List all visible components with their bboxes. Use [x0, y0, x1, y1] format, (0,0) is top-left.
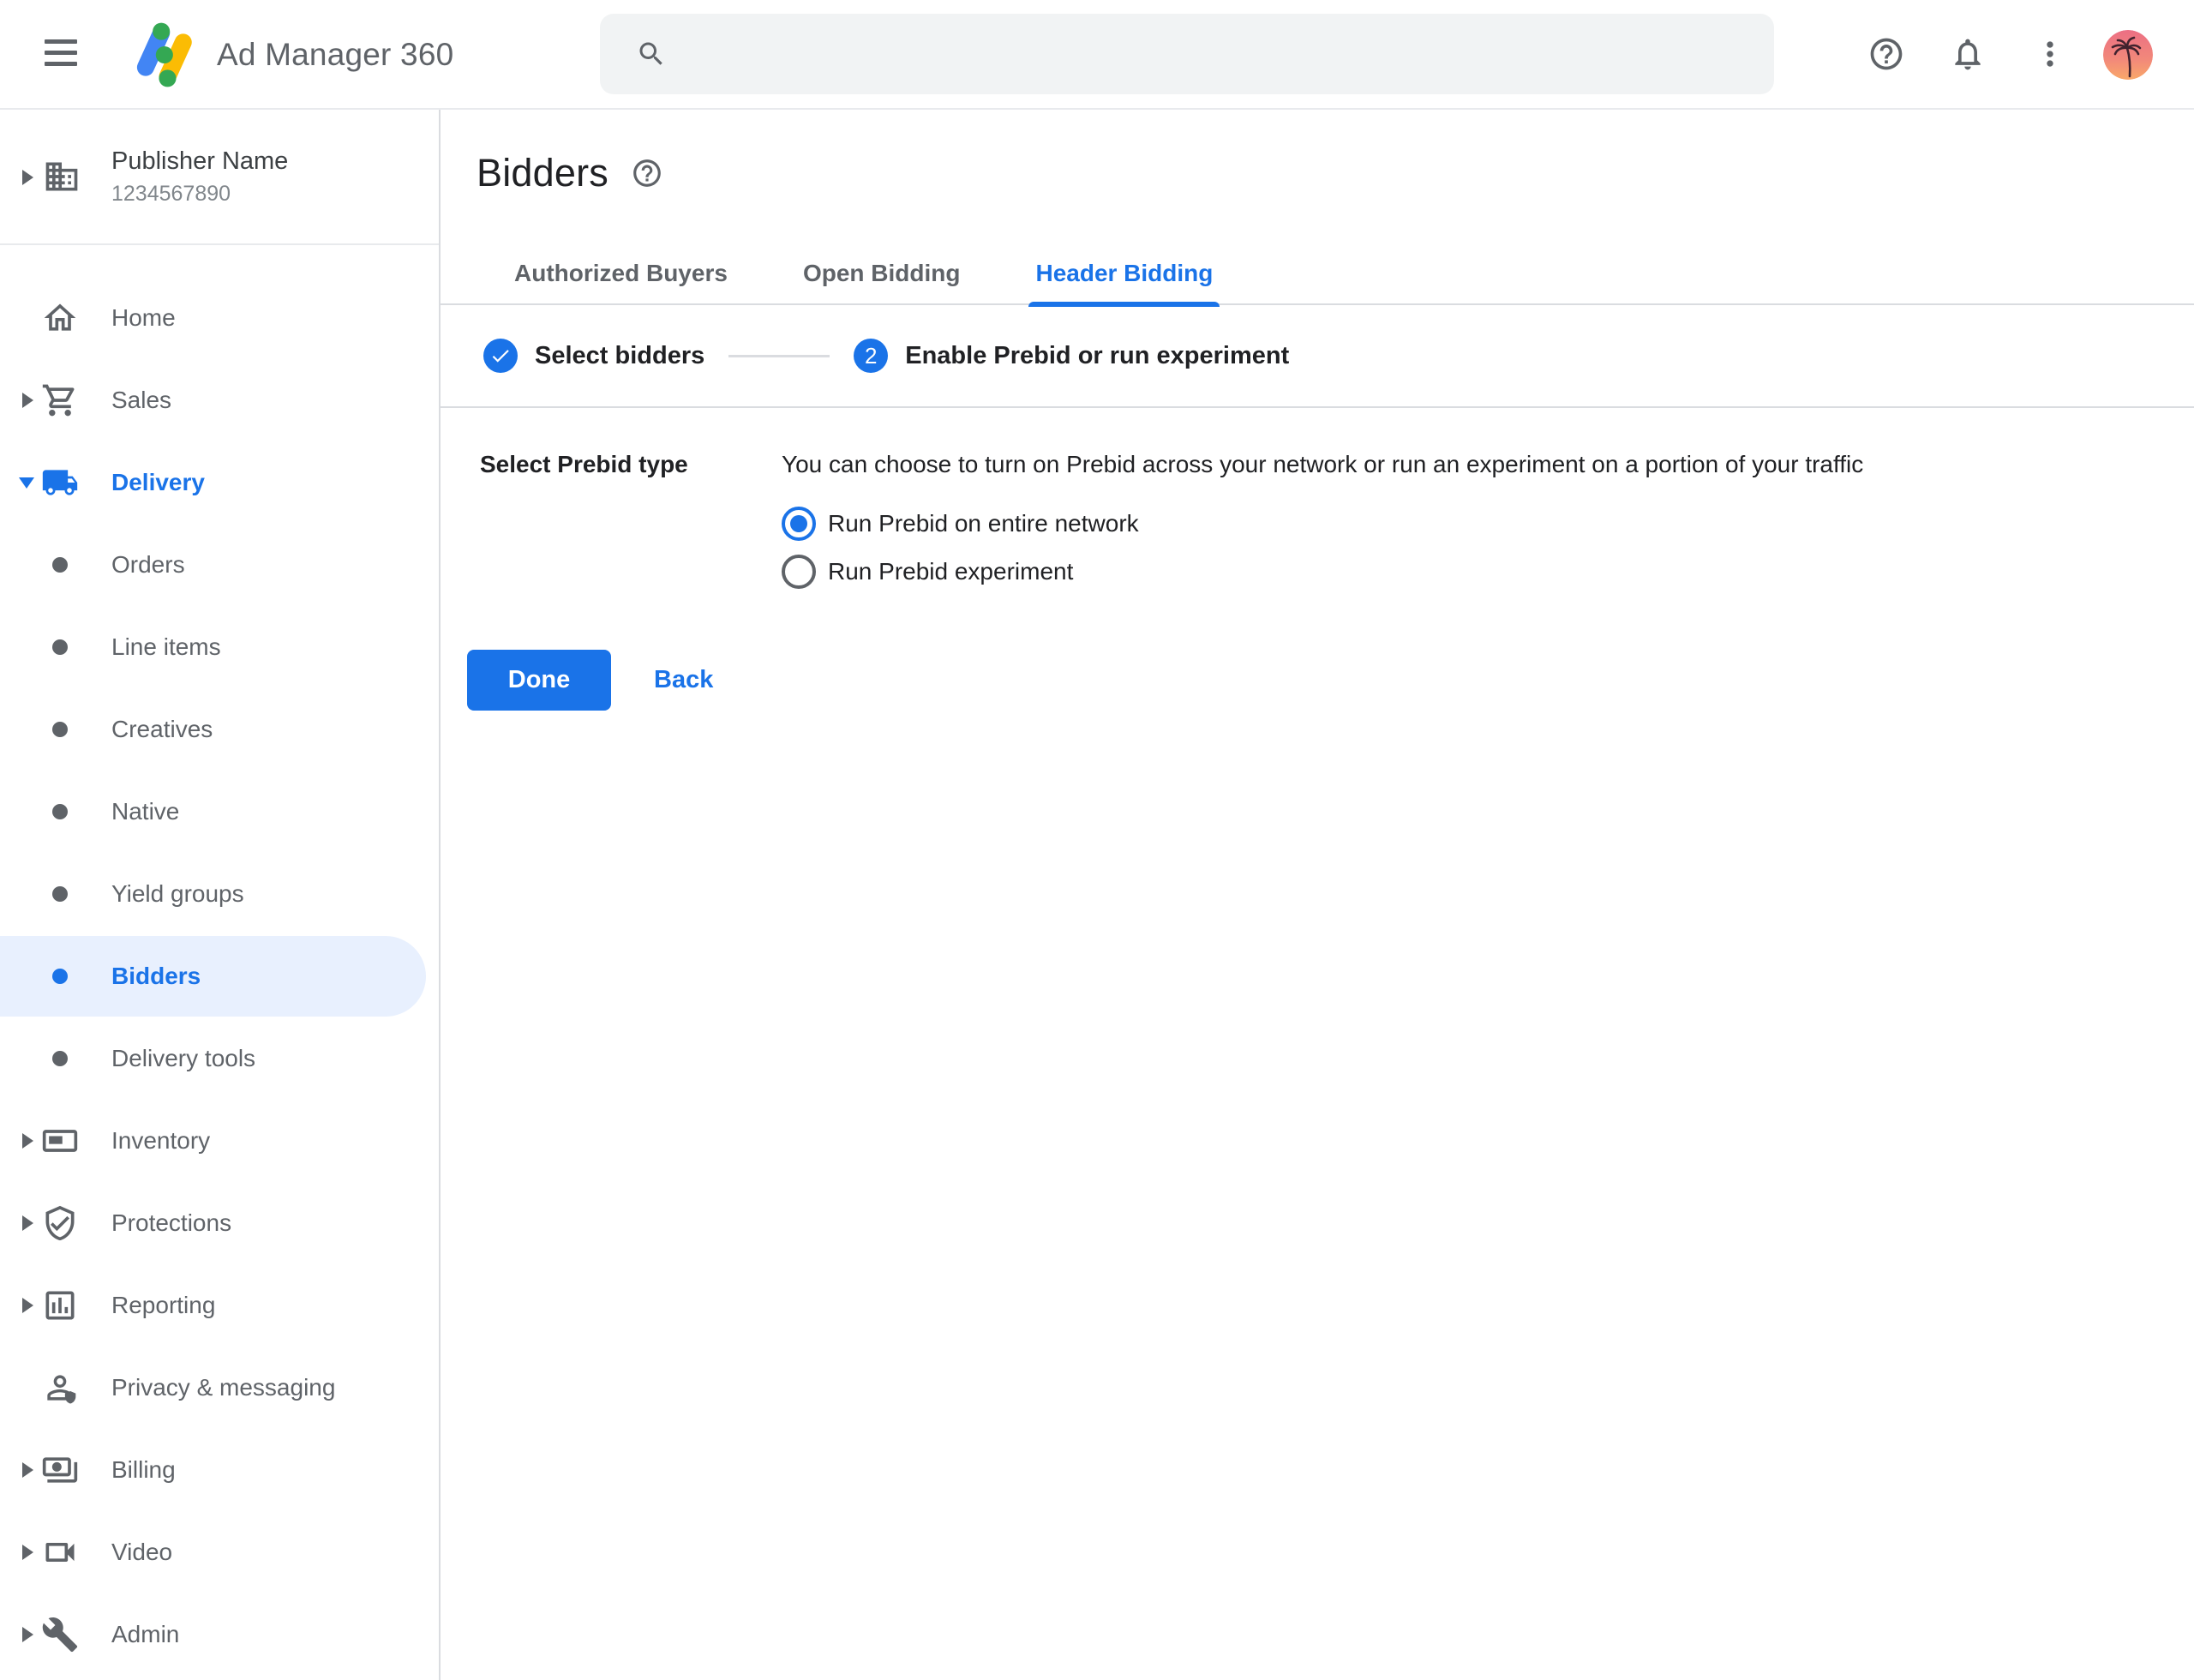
avatar[interactable]	[2103, 30, 2153, 80]
expand-arrow-icon	[22, 1545, 33, 1560]
expand-arrow-icon	[22, 1215, 33, 1231]
ad-manager-app: Ad Manager 360	[0, 0, 2194, 1680]
search-icon	[636, 39, 667, 69]
publisher-switcher[interactable]: Publisher Name 1234567890	[0, 110, 439, 245]
shield-check-icon	[41, 1204, 79, 1242]
menu-icon[interactable]	[45, 39, 79, 70]
expand-arrow-icon	[22, 1462, 33, 1478]
wrench-icon	[41, 1616, 79, 1653]
bullet-icon	[52, 639, 68, 655]
back-button[interactable]: Back	[649, 650, 718, 711]
banknote-icon	[41, 1451, 79, 1489]
three-dots-icon	[2031, 35, 2069, 73]
expand-arrow-icon	[22, 1627, 33, 1642]
page-help-button[interactable]	[631, 157, 663, 189]
page-header: Bidders	[477, 151, 663, 195]
stepper-divider	[441, 406, 2194, 408]
step2-label: Enable Prebid or run experiment	[905, 342, 1289, 370]
sidebar-item-billing[interactable]: Billing	[0, 1429, 439, 1511]
building-icon	[43, 158, 81, 195]
collapse-arrow-icon	[19, 477, 34, 489]
cart-icon	[41, 381, 79, 419]
bullet-icon	[52, 557, 68, 573]
expand-arrow-icon	[22, 170, 33, 185]
step2-number-badge: 2	[854, 339, 888, 373]
step1-check-icon	[483, 339, 518, 373]
sidebar-item-orders[interactable]: Orders	[0, 524, 439, 606]
bar-chart-icon	[41, 1287, 79, 1324]
palm-tree-avatar-image	[2103, 30, 2153, 80]
help-icon	[1867, 35, 1905, 73]
ad-manager-logo-icon[interactable]	[125, 19, 201, 91]
main-content: Bidders Authorized Buyers Open Bidding H…	[441, 110, 2194, 1680]
sidebar-item-creatives[interactable]: Creatives	[0, 688, 439, 771]
home-icon	[41, 299, 79, 337]
top-app-bar: Ad Manager 360	[0, 0, 2194, 110]
sidebar-item-bidders[interactable]: Bidders	[0, 935, 439, 1017]
bullet-icon	[52, 722, 68, 737]
radio-run-prebid-experiment[interactable]: Run Prebid experiment	[782, 554, 1073, 590]
page-title: Bidders	[477, 151, 608, 195]
sidebar-item-privacy-messaging[interactable]: Privacy & messaging	[0, 1347, 439, 1429]
sidebar-nav: Home Sales Delivery Orders Line items	[0, 245, 439, 1676]
publisher-id: 1234567890	[111, 182, 231, 207]
bell-icon	[1949, 35, 1987, 73]
app-title: Ad Manager 360	[217, 0, 453, 110]
sidebar-item-admin[interactable]: Admin	[0, 1593, 439, 1676]
help-icon	[631, 157, 663, 189]
stepper: Select bidders 2 Enable Prebid or run ex…	[483, 305, 1289, 406]
sidebar-item-delivery[interactable]: Delivery	[0, 441, 439, 524]
video-camera-icon	[41, 1533, 79, 1571]
sidebar-item-line-items[interactable]: Line items	[0, 606, 439, 688]
sidebar-item-protections[interactable]: Protections	[0, 1182, 439, 1264]
radio-run-prebid-entire-network[interactable]: Run Prebid on entire network	[782, 506, 1139, 542]
sidebar-item-sales[interactable]: Sales	[0, 359, 439, 441]
bullet-icon	[52, 886, 68, 902]
form-description: You can choose to turn on Prebid across …	[782, 451, 1863, 478]
more-options-button[interactable]	[2031, 35, 2069, 73]
expand-arrow-icon	[22, 1298, 33, 1313]
tab-bar: Authorized Buyers Open Bidding Header Bi…	[477, 242, 1250, 305]
help-button[interactable]	[1867, 35, 1905, 73]
step1-label[interactable]: Select bidders	[535, 342, 704, 370]
search-bar[interactable]	[600, 14, 1774, 94]
radio-selected-icon[interactable]	[782, 507, 816, 541]
person-shield-icon	[41, 1369, 79, 1407]
stepper-connector	[728, 355, 830, 357]
sidebar: Publisher Name 1234567890 Home Sales Del…	[0, 110, 441, 1680]
expand-arrow-icon	[22, 1133, 33, 1149]
sidebar-item-home[interactable]: Home	[0, 277, 439, 359]
sidebar-item-yield-groups[interactable]: Yield groups	[0, 853, 439, 935]
form-section-label: Select Prebid type	[480, 451, 688, 478]
publisher-name: Publisher Name	[111, 147, 288, 176]
bullet-icon	[52, 969, 68, 984]
done-button[interactable]: Done	[467, 650, 611, 711]
sidebar-item-inventory[interactable]: Inventory	[0, 1100, 439, 1182]
search-input[interactable]	[667, 14, 1774, 94]
bullet-icon	[52, 804, 68, 819]
bullet-icon	[52, 1051, 68, 1066]
sidebar-item-video[interactable]: Video	[0, 1511, 439, 1593]
tab-header-bidding[interactable]: Header Bidding	[998, 242, 1250, 305]
notifications-button[interactable]	[1949, 35, 1987, 73]
truck-icon	[41, 464, 79, 501]
tab-authorized-buyers[interactable]: Authorized Buyers	[477, 242, 765, 305]
sidebar-item-reporting[interactable]: Reporting	[0, 1264, 439, 1347]
sidebar-item-delivery-tools[interactable]: Delivery tools	[0, 1017, 439, 1100]
tab-open-bidding[interactable]: Open Bidding	[765, 242, 998, 305]
radio-unselected-icon[interactable]	[782, 555, 816, 589]
expand-arrow-icon	[22, 393, 33, 408]
ad-unit-icon	[41, 1122, 79, 1160]
sidebar-item-native[interactable]: Native	[0, 771, 439, 853]
